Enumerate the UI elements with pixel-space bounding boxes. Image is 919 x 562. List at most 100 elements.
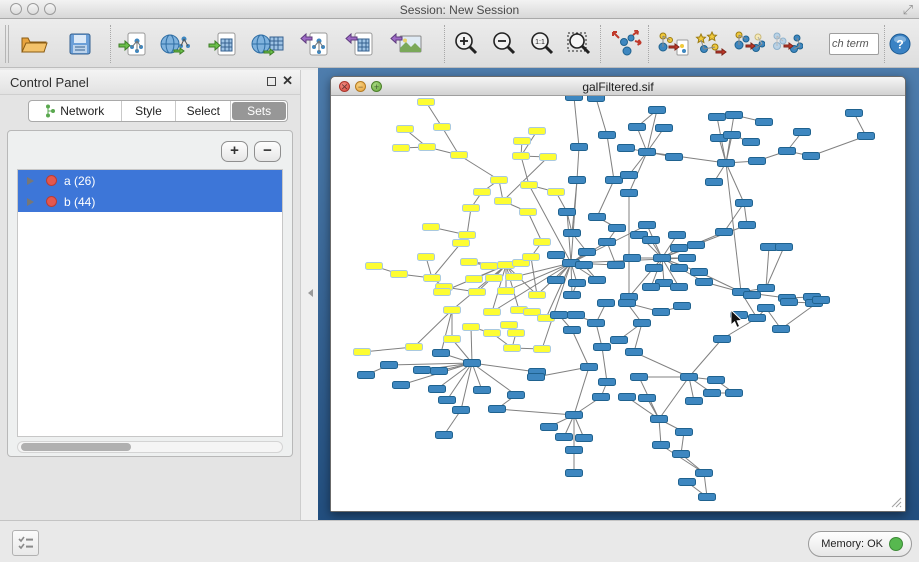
sets-horizontal-scrollbar[interactable] — [17, 441, 283, 453]
graph-node-yellow[interactable] — [397, 126, 414, 133]
add-set-button[interactable]: + — [221, 141, 248, 162]
graph-node-yellow[interactable] — [504, 345, 521, 352]
graph-node-blue[interactable] — [743, 139, 760, 146]
graph-node-yellow[interactable] — [523, 254, 540, 261]
show-selected-button[interactable] — [731, 27, 767, 61]
graph-node-yellow[interactable] — [540, 154, 557, 161]
tab-network[interactable]: Network — [29, 101, 122, 121]
task-history-button[interactable] — [12, 530, 39, 556]
graph-node-blue[interactable] — [508, 392, 525, 399]
graph-node-blue[interactable] — [464, 360, 481, 367]
import-table-url-button[interactable] — [250, 27, 286, 61]
graph-node-blue[interactable] — [571, 144, 588, 151]
export-table-button[interactable] — [342, 27, 378, 61]
expand-triangle-icon[interactable] — [27, 177, 34, 185]
toolbar-drag-handle[interactable] — [5, 25, 9, 63]
graph-node-blue[interactable] — [581, 364, 598, 371]
zoom-out-button[interactable] — [486, 27, 522, 61]
graph-node-yellow[interactable] — [484, 309, 501, 316]
graph-node-blue[interactable] — [576, 435, 593, 442]
graph-node-blue[interactable] — [611, 337, 628, 344]
graph-node-blue[interactable] — [726, 112, 743, 119]
graph-node-yellow[interactable] — [534, 346, 551, 353]
graph-node-blue[interactable] — [489, 406, 506, 413]
graph-node-blue[interactable] — [781, 299, 798, 306]
scrollbar-thumb[interactable] — [21, 443, 131, 451]
graph-node-blue[interactable] — [556, 434, 573, 441]
graph-node-yellow[interactable] — [513, 153, 530, 160]
graph-node-blue[interactable] — [589, 277, 606, 284]
graph-node-yellow[interactable] — [423, 224, 440, 231]
search-input[interactable]: ch term — [829, 33, 879, 55]
graph-node-yellow[interactable] — [474, 189, 491, 196]
graph-node-yellow[interactable] — [466, 276, 483, 283]
graph-node-blue[interactable] — [858, 133, 875, 140]
graph-node-yellow[interactable] — [529, 128, 546, 135]
graph-node-blue[interactable] — [564, 327, 581, 334]
graph-node-blue[interactable] — [744, 292, 761, 299]
export-network-button[interactable] — [297, 27, 333, 61]
network-graph[interactable] — [331, 96, 905, 511]
fullscreen-icon[interactable]: ⤢ — [903, 2, 913, 18]
graph-node-yellow[interactable] — [506, 274, 523, 281]
graph-node-yellow[interactable] — [424, 275, 441, 282]
graph-node-blue[interactable] — [564, 230, 581, 237]
graph-node-blue[interactable] — [716, 229, 733, 236]
graph-node-blue[interactable] — [569, 280, 586, 287]
graph-node-blue[interactable] — [639, 149, 656, 156]
graph-node-blue[interactable] — [758, 285, 775, 292]
graph-node-blue[interactable] — [564, 292, 581, 299]
first-neighbors-button[interactable] — [693, 27, 729, 61]
graph-node-blue[interactable] — [696, 279, 713, 286]
close-panel-icon[interactable]: ✕ — [282, 73, 293, 89]
graph-node-blue[interactable] — [619, 300, 636, 307]
new-network-from-selection-button[interactable] — [655, 27, 691, 61]
network-window-titlebar[interactable]: ✕ − + galFiltered.sif — [331, 77, 905, 96]
graph-node-blue[interactable] — [671, 265, 688, 272]
graph-node-blue[interactable] — [566, 447, 583, 454]
graph-node-yellow[interactable] — [498, 288, 515, 295]
graph-node-blue[interactable] — [621, 172, 638, 179]
graph-node-yellow[interactable] — [498, 262, 515, 269]
graph-node-blue[interactable] — [608, 262, 625, 269]
graph-node-blue[interactable] — [649, 107, 666, 114]
graph-node-blue[interactable] — [756, 119, 773, 126]
graph-node-blue[interactable] — [559, 209, 576, 216]
help-button[interactable]: ? — [882, 27, 918, 61]
graph-node-blue[interactable] — [588, 320, 605, 327]
graph-node-blue[interactable] — [739, 222, 756, 229]
graph-node-blue[interactable] — [593, 394, 610, 401]
graph-node-blue[interactable] — [639, 395, 656, 402]
collapse-panel-icon[interactable] — [308, 289, 313, 297]
graph-node-blue[interactable] — [588, 96, 605, 102]
resize-grip-icon[interactable] — [891, 497, 902, 508]
graph-node-yellow[interactable] — [459, 232, 476, 239]
graph-node-blue[interactable] — [568, 312, 585, 319]
graph-node-blue[interactable] — [681, 374, 698, 381]
graph-node-blue[interactable] — [731, 312, 748, 319]
graph-node-blue[interactable] — [706, 179, 723, 186]
graph-node-yellow[interactable] — [463, 205, 480, 212]
graph-node-yellow[interactable] — [514, 138, 531, 145]
network-view-window[interactable]: ✕ − + galFiltered.sif — [330, 76, 906, 512]
graph-node-blue[interactable] — [643, 284, 660, 291]
graph-node-yellow[interactable] — [418, 254, 435, 261]
zoom-in-button[interactable] — [448, 27, 484, 61]
graph-node-blue[interactable] — [726, 390, 743, 397]
graph-node-yellow[interactable] — [444, 307, 461, 314]
import-network-file-button[interactable] — [115, 27, 151, 61]
graph-node-blue[interactable] — [679, 255, 696, 262]
graph-node-blue[interactable] — [688, 242, 705, 249]
graph-node-blue[interactable] — [528, 374, 545, 381]
graph-node-blue[interactable] — [718, 160, 735, 167]
panel-divider[interactable] — [300, 70, 318, 520]
graph-node-blue[interactable] — [551, 312, 568, 319]
graph-node-blue[interactable] — [709, 114, 726, 121]
graph-node-yellow[interactable] — [453, 240, 470, 247]
graph-node-yellow[interactable] — [434, 124, 451, 131]
graph-node-blue[interactable] — [643, 237, 660, 244]
graph-node-blue[interactable] — [671, 284, 688, 291]
save-session-button[interactable] — [62, 27, 98, 61]
graph-node-blue[interactable] — [453, 407, 470, 414]
graph-node-blue[interactable] — [761, 244, 778, 251]
